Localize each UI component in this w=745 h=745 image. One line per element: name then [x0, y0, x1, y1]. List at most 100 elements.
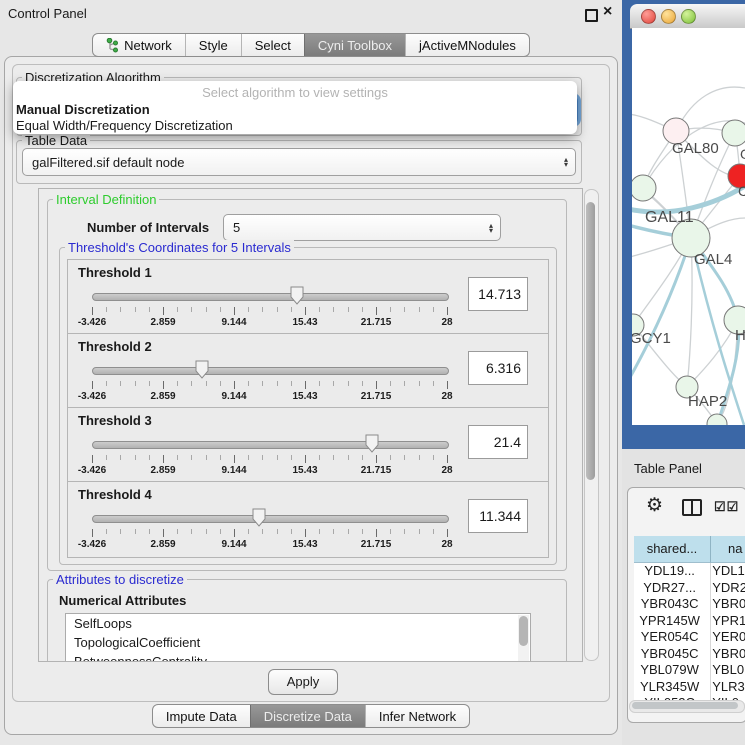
network-canvas[interactable]: GAL80GCGAL11GAL4GCY1HHAP2: [632, 28, 745, 425]
slider-tick: [248, 381, 249, 386]
float-window-icon[interactable]: [585, 9, 598, 22]
settings-scrollbar-thumb[interactable]: [586, 202, 595, 480]
slider-thumb[interactable]: [290, 286, 304, 305]
table-cell: YBL0: [705, 662, 745, 679]
table-row[interactable]: YDL19...YDL1: [634, 563, 745, 580]
slider-tick: [277, 307, 278, 312]
slider-tick: [348, 381, 349, 386]
threshold-value-field[interactable]: 6.316: [468, 351, 528, 385]
table-row[interactable]: YPR145WYPR1: [634, 613, 745, 630]
slider-tick-label: 15.43: [292, 317, 317, 328]
column-header-shared[interactable]: shared...: [634, 536, 711, 563]
tab-label: Network: [124, 38, 172, 53]
threshold-slider[interactable]: -3.4262.8599.14415.4321.71528: [92, 510, 447, 554]
zoom-traffic-light[interactable]: [681, 9, 696, 24]
popup-option-equal-width-frequency[interactable]: Equal Width/Frequency Discretization: [16, 118, 233, 133]
network-window-titlebar[interactable]: [630, 4, 745, 29]
settings-scrollbar[interactable]: [584, 189, 599, 661]
network-node[interactable]: [632, 175, 656, 201]
table-row[interactable]: YBL079WYBL0: [634, 662, 745, 679]
slider-track[interactable]: [92, 293, 449, 301]
tab-style[interactable]: Style: [185, 34, 241, 56]
slider-tick-label: 9.144: [221, 317, 246, 328]
gear-icon[interactable]: ⚙: [646, 494, 663, 517]
threshold-slider[interactable]: -3.4262.8599.14415.4321.71528: [92, 288, 447, 332]
node-label: GCY1: [632, 330, 671, 347]
tab-infer-network[interactable]: Infer Network: [365, 705, 469, 727]
slider-tick: [177, 529, 178, 534]
close-icon[interactable]: ×: [603, 3, 612, 21]
slider-tick: [234, 381, 235, 389]
slider-tick: [277, 455, 278, 460]
threshold-label: Threshold 1: [78, 265, 152, 280]
popup-option-manual-discretization[interactable]: Manual Discretization: [16, 102, 150, 117]
table-row[interactable]: YBR043CYBR0: [634, 596, 745, 613]
network-node[interactable]: [722, 120, 745, 146]
slider-tick: [234, 455, 235, 463]
threshold-label: Threshold 4: [78, 487, 152, 502]
network-edge[interactable]: [687, 238, 692, 387]
network-node[interactable]: [707, 414, 727, 425]
tab-discretize-data[interactable]: Discretize Data: [250, 705, 365, 727]
threshold-label: Threshold 2: [78, 339, 152, 354]
table-row[interactable]: YLR345WYLR3: [634, 679, 745, 696]
threshold-slider[interactable]: -3.4262.8599.14415.4321.71528: [92, 436, 447, 480]
slider-tick: [92, 381, 93, 389]
table-row[interactable]: YDR27...YDR2: [634, 580, 745, 597]
close-traffic-light[interactable]: [641, 9, 656, 24]
number-of-intervals-combo[interactable]: 5 ▴▾: [223, 214, 501, 241]
list-item[interactable]: SelfLoops: [66, 614, 530, 633]
table-row[interactable]: YBR045CYBR0: [634, 646, 745, 663]
slider-tick: [234, 307, 235, 315]
tab-network[interactable]: Network: [93, 34, 185, 56]
column-select-icon[interactable]: ☑☑: [714, 499, 739, 515]
table-cell: YPR1: [705, 613, 745, 630]
column-header-name[interactable]: na: [711, 536, 745, 563]
stepper-icon: ▴▾: [489, 223, 493, 233]
slider-tick: [404, 381, 405, 386]
slider-track[interactable]: [92, 367, 449, 375]
table-row[interactable]: YER054CYER0: [634, 629, 745, 646]
tab-cyni-toolbox[interactable]: Cyni Toolbox: [304, 34, 405, 56]
slider-tick: [149, 455, 150, 460]
slider-track[interactable]: [92, 441, 449, 449]
table-data-combo[interactable]: galFiltered.sif default node ▴▾: [22, 148, 576, 176]
slider-tick: [433, 307, 434, 312]
slider-tick-label: 15.43: [292, 539, 317, 550]
slider-tick-label: 21.715: [361, 539, 392, 550]
table-cell: YDR27...: [634, 580, 705, 597]
threshold-value-field[interactable]: 21.4: [468, 425, 528, 459]
minimize-traffic-light[interactable]: [661, 9, 676, 24]
table-hscrollbar[interactable]: [629, 700, 745, 713]
slider-thumb[interactable]: [365, 434, 379, 453]
slider-tick: [220, 307, 221, 312]
slider-thumb[interactable]: [195, 360, 209, 379]
tab-jactivemnodules[interactable]: jActiveMNodules: [405, 34, 529, 56]
threshold-value-field[interactable]: 11.344: [468, 499, 528, 533]
slider-tick: [262, 307, 263, 312]
slider-track[interactable]: [92, 515, 449, 523]
table-body: YDL19...YDL1YDR27...YDR2YBR043CYBR0YPR14…: [634, 563, 745, 703]
tab-impute-data[interactable]: Impute Data: [153, 705, 250, 727]
table-panel-title: Table Panel: [634, 461, 702, 476]
threshold-value-field[interactable]: 14.713: [468, 277, 528, 311]
threshold-label: Threshold 3: [78, 413, 152, 428]
list-item[interactable]: TopologicalCoefficient: [66, 633, 530, 652]
slider-tick: [220, 455, 221, 460]
network-window: GAL80GCGAL11GAL4GCY1HHAP2: [622, 0, 745, 449]
list-scrollbar[interactable]: [518, 615, 529, 662]
slider-tick: [120, 307, 121, 312]
apply-button[interactable]: Apply: [268, 669, 338, 695]
list-item[interactable]: BetweennessCentrality: [66, 652, 530, 662]
split-view-icon[interactable]: [682, 499, 702, 516]
slider-tick: [376, 381, 377, 389]
tab-select[interactable]: Select: [241, 34, 304, 56]
slider-tick: [333, 381, 334, 386]
slider-tick-label: 28: [441, 539, 452, 550]
slider-thumb[interactable]: [252, 508, 266, 527]
settings-scroll-viewport: Interval Definition Number of Intervals …: [38, 188, 583, 662]
slider-tick: [135, 455, 136, 460]
numerical-attributes-list[interactable]: SelfLoopsTopologicalCoefficientBetweenne…: [65, 613, 531, 662]
tab-label: Infer Network: [379, 709, 456, 724]
threshold-slider[interactable]: -3.4262.8599.14415.4321.71528: [92, 362, 447, 406]
